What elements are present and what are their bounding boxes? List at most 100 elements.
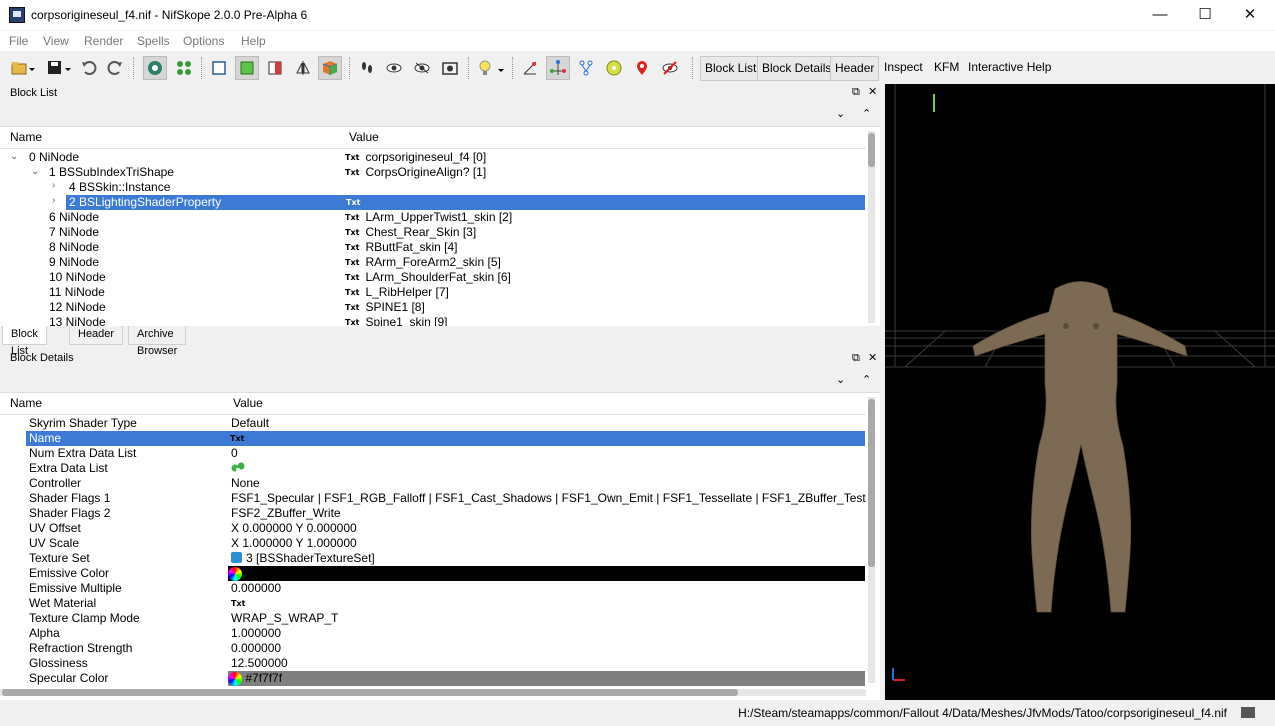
detail-name[interactable]: UV Offset <box>29 521 81 536</box>
detail-value[interactable]: 1.000000 <box>231 626 281 641</box>
tree-row[interactable]: 10 NiNode <box>49 270 106 285</box>
toolbar-inspect[interactable]: Inspect <box>880 56 927 81</box>
detail-value[interactable]: WRAP_S_WRAP_T <box>231 611 338 626</box>
toolbar-interactive-help[interactable]: Interactive Help <box>964 56 1055 81</box>
skeleton-icon[interactable] <box>574 56 598 80</box>
collapse-all-icon[interactable]: ⌄ <box>836 107 845 120</box>
render-viewport[interactable] <box>885 84 1275 700</box>
detail-name[interactable]: Controller <box>29 476 81 491</box>
side-view-icon[interactable] <box>263 56 287 80</box>
detail-value[interactable]: None <box>231 476 260 491</box>
link-list-icon[interactable] <box>231 461 245 476</box>
detail-value[interactable]: FSF1_Specular | FSF1_RGB_Falloff | FSF1_… <box>231 491 866 506</box>
expand-arrow-icon[interactable]: ⌄ <box>10 151 18 162</box>
detail-value[interactable]: 0 <box>231 446 238 461</box>
tree-row[interactable]: 11 NiNode <box>49 285 105 300</box>
tree-row[interactable]: 0 NiNode <box>29 150 79 165</box>
detail-row-selected[interactable]: Name Txt <box>26 431 865 446</box>
select-vertex-icon[interactable] <box>172 56 196 80</box>
menu-view[interactable]: View <box>43 34 69 48</box>
toolbar-header[interactable]: Header <box>830 56 880 81</box>
detail-name[interactable]: Emissive Color <box>29 566 109 581</box>
detail-value[interactable]: X 1.000000 Y 1.000000 <box>231 536 357 551</box>
tree-row[interactable]: 4 BSSkin::Instance <box>69 180 170 195</box>
menu-spells[interactable]: Spells <box>137 34 170 48</box>
front-view-icon[interactable] <box>207 56 231 80</box>
toggle-visibility-icon[interactable] <box>410 56 434 80</box>
minimize-button[interactable]: — <box>1137 0 1183 30</box>
menu-file[interactable]: File <box>9 34 28 48</box>
detail-name[interactable]: UV Scale <box>29 536 79 551</box>
collapsed-arrow-icon[interactable]: › <box>52 180 55 191</box>
color-picker-icon[interactable] <box>228 671 242 686</box>
block-details-scrollbar-v[interactable] <box>868 397 875 683</box>
float-panel-icon[interactable]: ⧉ <box>852 86 860 99</box>
tab-block-list[interactable]: Block List <box>2 326 47 357</box>
maximize-button[interactable]: ☐ <box>1182 0 1228 30</box>
collapsed-arrow-icon[interactable]: › <box>52 195 55 206</box>
open-file-icon[interactable] <box>8 56 38 80</box>
tab-header[interactable]: Header <box>69 326 124 345</box>
detail-name[interactable]: Emissive Multiple <box>29 581 122 596</box>
collision-icon[interactable] <box>602 56 626 80</box>
tree-row[interactable]: 13 NiNode <box>49 315 106 326</box>
nodes-icon[interactable] <box>546 56 570 80</box>
color-picker-icon[interactable] <box>228 566 242 581</box>
screenshot-icon[interactable] <box>438 56 462 80</box>
save-file-icon[interactable] <box>44 56 74 80</box>
marker-icon[interactable] <box>630 56 654 80</box>
detail-name[interactable]: Refraction Strength <box>29 641 132 656</box>
menu-render[interactable]: Render <box>84 34 123 48</box>
close-button[interactable]: ✕ <box>1227 0 1273 30</box>
toolbar-block-list[interactable]: Block List <box>700 56 762 81</box>
specular-color-swatch[interactable]: #7f7f7f <box>228 671 865 686</box>
tree-row-selected[interactable]: 2 BSLightingShaderProperty Txt <box>66 195 865 210</box>
detail-name[interactable]: Wet Material <box>29 596 96 611</box>
tree-row[interactable]: 9 NiNode <box>49 255 99 270</box>
detail-name[interactable]: Texture Set <box>29 551 90 566</box>
block-list-scrollbar[interactable] <box>868 131 875 323</box>
detail-name[interactable]: Num Extra Data List <box>29 446 136 461</box>
detail-value[interactable]: 3 [BSShaderTextureSet] <box>231 551 375 566</box>
detail-name[interactable]: Shader Flags 2 <box>29 506 110 521</box>
tree-row[interactable]: 7 NiNode <box>49 225 99 240</box>
hide-markers-icon[interactable] <box>658 56 682 80</box>
expand-all-icon[interactable]: ⌃ <box>862 107 871 120</box>
emissive-color-swatch[interactable] <box>228 566 865 581</box>
tree-row[interactable]: 8 NiNode <box>49 240 99 255</box>
detail-name[interactable]: Specular Color <box>29 671 108 686</box>
detail-name[interactable]: Skyrim Shader Type <box>29 416 137 431</box>
tree-row[interactable]: 6 NiNode <box>49 210 99 225</box>
show-hidden-icon[interactable] <box>382 56 406 80</box>
axes-icon[interactable] <box>518 56 542 80</box>
select-object-icon[interactable] <box>143 56 167 80</box>
detail-value[interactable]: 0.000000 <box>231 581 281 596</box>
close-panel-icon[interactable]: ✕ <box>868 351 877 364</box>
toolbar-kfm[interactable]: KFM <box>930 56 963 81</box>
menu-help[interactable]: Help <box>241 34 266 48</box>
redo-icon[interactable] <box>103 56 127 80</box>
detail-name[interactable]: Extra Data List <box>29 461 108 476</box>
menu-options[interactable]: Options <box>183 34 224 48</box>
detail-name[interactable]: Alpha <box>29 626 60 641</box>
expand-arrow-icon[interactable]: ⌄ <box>31 166 39 177</box>
float-panel-icon[interactable]: ⧉ <box>852 352 860 365</box>
status-folder-icon[interactable] <box>1241 707 1255 718</box>
detail-name[interactable]: Texture Clamp Mode <box>29 611 140 626</box>
flip-view-icon[interactable] <box>291 56 315 80</box>
undo-icon[interactable] <box>77 56 101 80</box>
lighting-bulb-icon[interactable] <box>474 56 508 80</box>
detail-name[interactable]: Shader Flags 1 <box>29 491 110 506</box>
detail-name[interactable]: Glossiness <box>29 656 88 671</box>
detail-value[interactable]: Txt <box>231 596 251 611</box>
detail-value[interactable]: X 0.000000 Y 0.000000 <box>231 521 357 536</box>
detail-value[interactable]: Default <box>231 416 269 431</box>
toolbar-block-details[interactable]: Block Details <box>757 56 837 81</box>
tree-row[interactable]: 1 BSSubIndexTriShape <box>49 165 174 180</box>
close-panel-icon[interactable]: ✕ <box>868 85 877 98</box>
footprints-icon[interactable] <box>355 56 379 80</box>
expand-all-icon[interactable]: ⌃ <box>862 373 871 386</box>
top-view-icon[interactable] <box>235 56 259 80</box>
detail-value[interactable]: FSF2_ZBuffer_Write <box>231 506 341 521</box>
perspective-view-icon[interactable] <box>318 56 342 80</box>
